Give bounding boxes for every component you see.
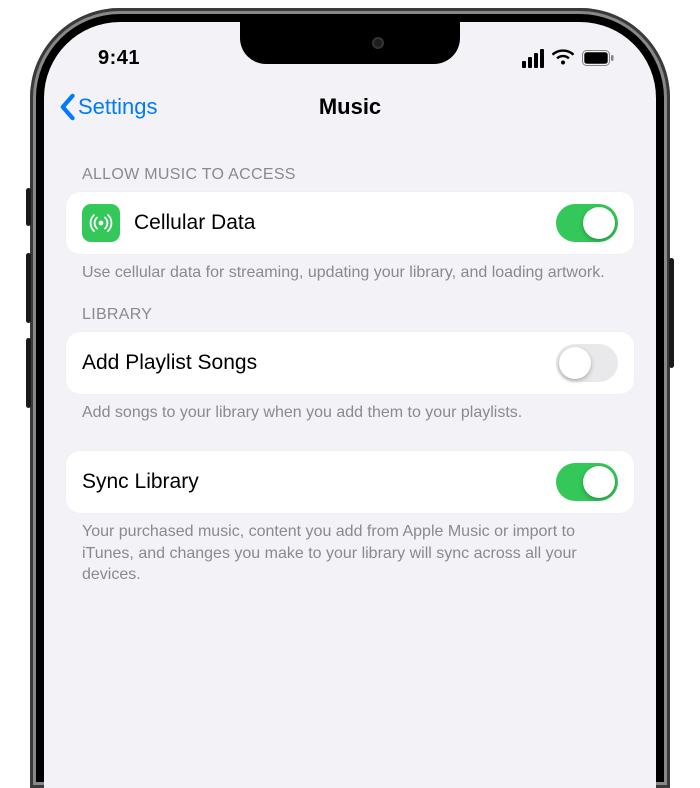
back-label: Settings [78, 94, 158, 120]
phone-frame: 9:41 Settings Music ALLOW MUSIC TO ACCES… [30, 8, 670, 788]
section-footer-sync: Your purchased music, content you add fr… [66, 513, 634, 586]
status-indicators [522, 49, 620, 68]
back-button[interactable]: Settings [58, 93, 158, 121]
settings-content: ALLOW MUSIC TO ACCESS Cellular Data Use … [44, 134, 656, 586]
cellular-data-label: Cellular Data [134, 211, 556, 235]
row-cellular-data[interactable]: Cellular Data [66, 192, 634, 254]
battery-icon [582, 50, 614, 66]
section-header-access: ALLOW MUSIC TO ACCESS [66, 144, 634, 192]
nav-bar: Settings Music [44, 80, 656, 134]
page-title: Music [319, 94, 381, 120]
section-header-library: LIBRARY [66, 284, 634, 332]
cellular-antenna-icon [82, 204, 120, 242]
side-button [26, 253, 31, 323]
cellular-data-toggle[interactable] [556, 204, 618, 242]
screen: 9:41 Settings Music ALLOW MUSIC TO ACCES… [44, 22, 656, 788]
section-footer-access: Use cellular data for streaming, updatin… [66, 254, 634, 284]
add-playlist-songs-label: Add Playlist Songs [82, 351, 556, 375]
camera-icon [372, 37, 384, 49]
chevron-left-icon [58, 93, 76, 121]
side-button [26, 188, 31, 226]
add-playlist-songs-toggle[interactable] [556, 344, 618, 382]
row-sync-library[interactable]: Sync Library [66, 451, 634, 513]
cellular-signal-icon [522, 49, 544, 68]
sync-library-label: Sync Library [82, 470, 556, 494]
section-footer-add-songs: Add songs to your library when you add t… [66, 394, 634, 424]
row-add-playlist-songs[interactable]: Add Playlist Songs [66, 332, 634, 394]
notch [240, 22, 460, 64]
wifi-icon [552, 49, 574, 67]
sync-library-toggle[interactable] [556, 463, 618, 501]
side-button [669, 258, 674, 368]
status-time: 9:41 [80, 47, 140, 70]
side-button [26, 338, 31, 408]
